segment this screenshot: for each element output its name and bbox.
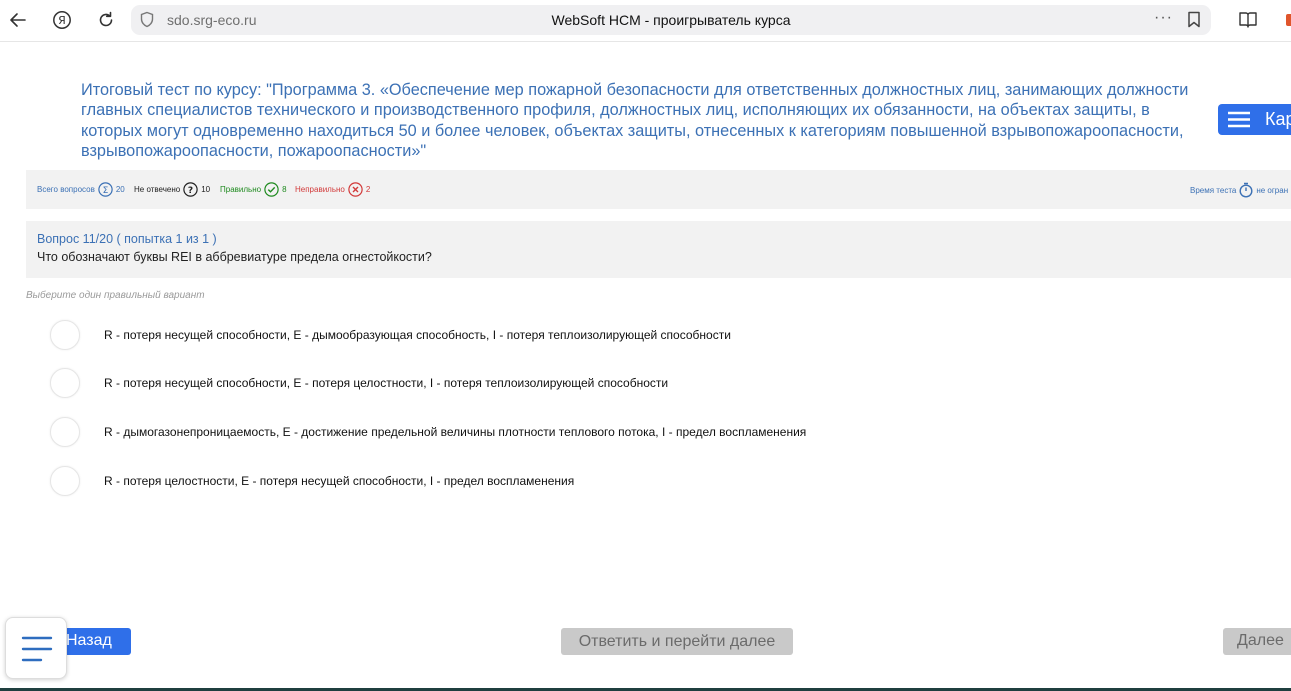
answer-option[interactable]: R - потеря несущей способности, E - дымо… [49,320,949,352]
browser-toolbar: Я sdo.srg-eco.ru WebSoft HCM - проигрыва… [0,0,1291,42]
question-panel: Вопрос 11/20 ( попытка 1 из 1 ) Что обоз… [26,221,1291,278]
stat-incorrect-value: 2 [365,185,371,194]
svg-text:Я: Я [58,14,66,27]
stat-unanswered: Не отвечено ? 10 [134,182,210,197]
bookmark-icon[interactable] [1187,11,1201,33]
cross-icon [348,182,363,197]
stat-total: Всего вопросов Σ 20 [37,182,125,197]
course-title: Итоговый тест по курсу: "Программа 3. «О… [81,81,1189,160]
hamburger-icon [1228,111,1250,133]
question-text: Что обозначают буквы REI в аббревиатуре … [37,250,432,264]
answer-option-text[interactable]: R - дымогазонепроницаемость, E - достиже… [104,425,806,439]
course-map-label: Кар [1265,109,1291,129]
back-button-label: Назад [66,632,112,649]
extension-icon[interactable] [1278,7,1291,33]
radio-button[interactable] [50,320,80,350]
answer-option-text[interactable]: R - потеря несущей способности, E - поте… [104,376,668,390]
answer-and-next-button[interactable]: Ответить и перейти далее [561,628,793,655]
back-arrow-icon[interactable] [5,7,31,33]
stat-total-value: 20 [115,185,125,194]
stat-time-label: Время теста [1190,185,1237,195]
check-icon [264,182,279,197]
address-bar[interactable]: sdo.srg-eco.ru WebSoft HCM - проигрывате… [131,5,1211,35]
svg-text:?: ? [188,186,193,196]
answer-option-text[interactable]: R - потеря несущей способности, E - дымо… [104,328,731,342]
stat-unanswered-label: Не отвечено [134,185,181,194]
answer-option[interactable]: R - дымогазонепроницаемость, E - достиже… [49,417,949,449]
question-mark-icon: ? [183,182,198,197]
stat-time: Время теста не огран [1190,182,1288,198]
sigma-icon: Σ [98,182,113,197]
answer-option[interactable]: R - потеря несущей способности, E - поте… [49,368,949,400]
svg-text:Σ: Σ [102,186,108,196]
stat-incorrect-label: Неправильно [295,185,345,194]
answer-option[interactable]: R - потеря целостности, E - потеря несущ… [49,466,949,498]
question-number: Вопрос 11/20 ( попытка 1 из 1 ) [37,232,217,246]
menu-button[interactable] [5,617,67,679]
menu-icon [21,635,53,668]
reader-icon[interactable] [1235,7,1261,33]
next-button[interactable]: Далее [1223,628,1291,655]
radio-button[interactable] [50,417,80,447]
next-button-label: Далее [1237,632,1284,649]
stat-correct-value: 8 [282,185,287,194]
more-icon[interactable]: ··· [1154,9,1173,27]
stat-correct: Правильно 8 [220,182,287,197]
radio-button[interactable] [50,368,80,398]
reload-icon[interactable] [93,7,119,33]
yandex-icon[interactable]: Я [49,7,75,33]
stat-incorrect: Неправильно 2 [295,182,370,197]
stopwatch-icon [1239,182,1253,198]
stat-total-label: Всего вопросов [37,185,95,194]
answer-option-text[interactable]: R - потеря целостности, E - потеря несущ… [104,474,574,488]
answer-hint: Выберите один правильный вариант [26,290,205,301]
test-stats-bar: Всего вопросов Σ 20 Не отвечено ? 10 Пра… [26,170,1291,209]
stat-correct-label: Правильно [220,185,262,194]
page-title: WebSoft HCM - проигрыватель курса [551,12,791,28]
stat-time-value: не огран [1256,185,1289,195]
course-map-button[interactable]: Кар [1218,104,1291,135]
stat-unanswered-value: 10 [201,185,211,194]
radio-button[interactable] [50,466,80,496]
